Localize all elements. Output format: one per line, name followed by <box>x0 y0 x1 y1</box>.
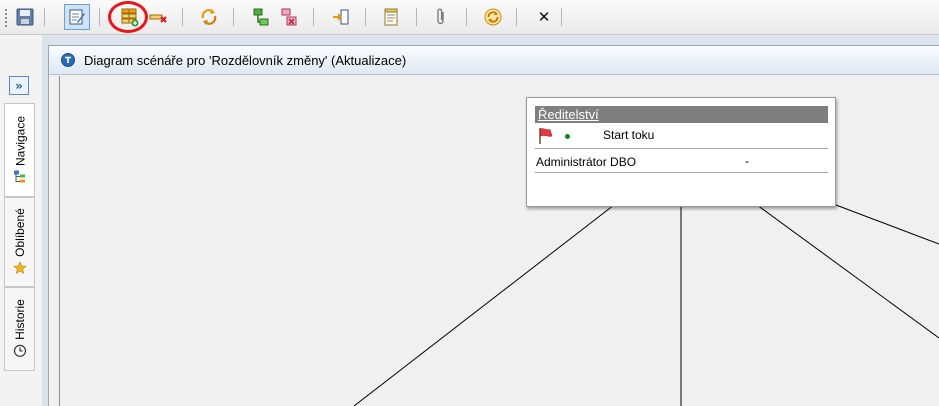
node-header-label: Ředitelství <box>538 107 599 122</box>
start-flow-label: Start toku <box>603 128 655 142</box>
node-divider <box>535 148 828 149</box>
flag-icon <box>537 127 557 148</box>
node-header[interactable]: Ředitelství <box>535 106 828 123</box>
connector-line <box>353 204 615 406</box>
connector-line <box>827 201 939 245</box>
connector-line <box>756 204 939 339</box>
node-role-label: Administrátor DBO <box>536 155 637 169</box>
node-role-value: - <box>745 154 749 168</box>
diagram-node-reditelstvi[interactable]: Ředitelství Start toku Administrátor DBO… <box>526 97 836 207</box>
node-divider <box>535 172 828 173</box>
status-dot <box>565 134 570 139</box>
